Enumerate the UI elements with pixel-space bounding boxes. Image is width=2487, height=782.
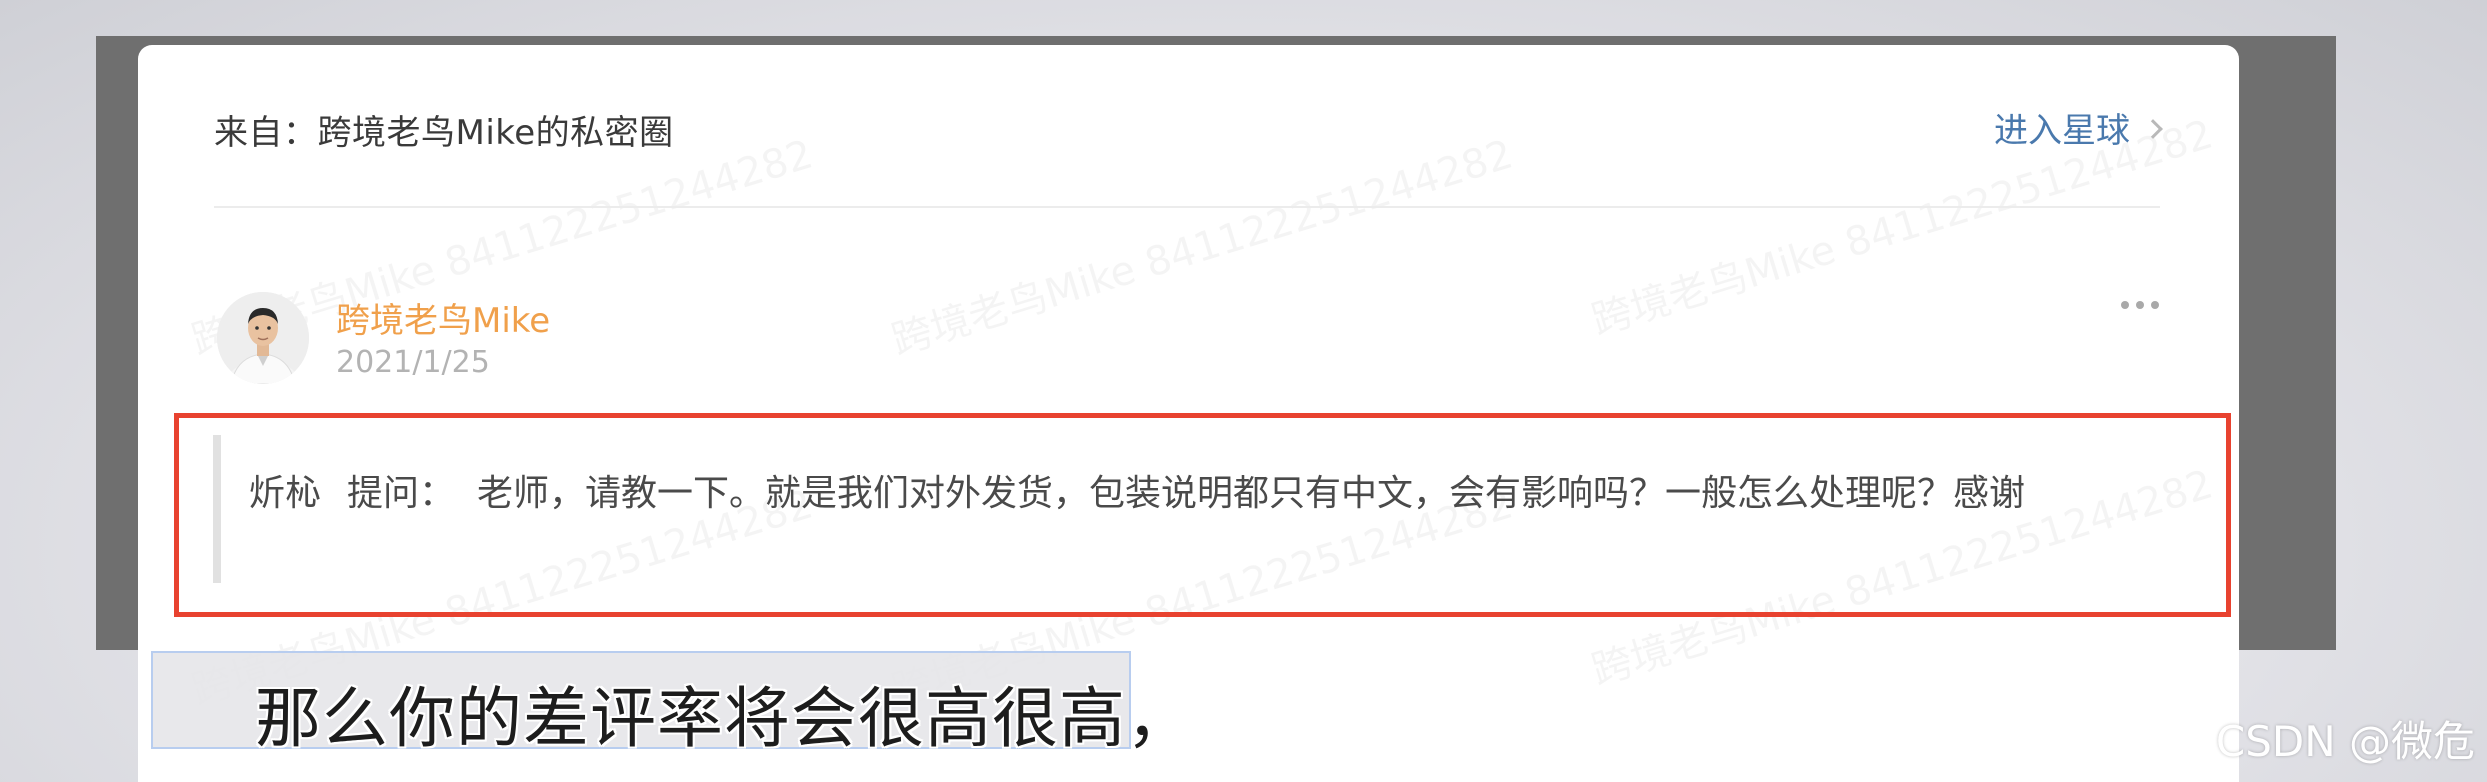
post-date: 2021/1/25 — [336, 345, 490, 380]
csdn-credit: CSDN @微危 — [2215, 717, 2475, 766]
video-subtitle: 那么你的差评率将会很高很高， — [255, 680, 1193, 757]
source-label: 来自：跨境老鸟Mike的私密圈 — [214, 113, 674, 153]
enter-planet-link[interactable]: 进入星球 — [1994, 103, 2163, 152]
author-name[interactable]: 跨境老鸟Mike — [336, 293, 550, 342]
avatar[interactable] — [217, 292, 309, 384]
card-header: 来自：跨境老鸟Mike的私密圈 进入星球 — [214, 45, 2163, 208]
more-dots-icon[interactable] — [2121, 301, 2159, 309]
avatar-image — [217, 292, 309, 384]
chevron-right-icon — [2143, 118, 2163, 139]
enter-planet-label: 进入星球 — [1994, 111, 2130, 151]
highlight-box — [174, 413, 2231, 617]
